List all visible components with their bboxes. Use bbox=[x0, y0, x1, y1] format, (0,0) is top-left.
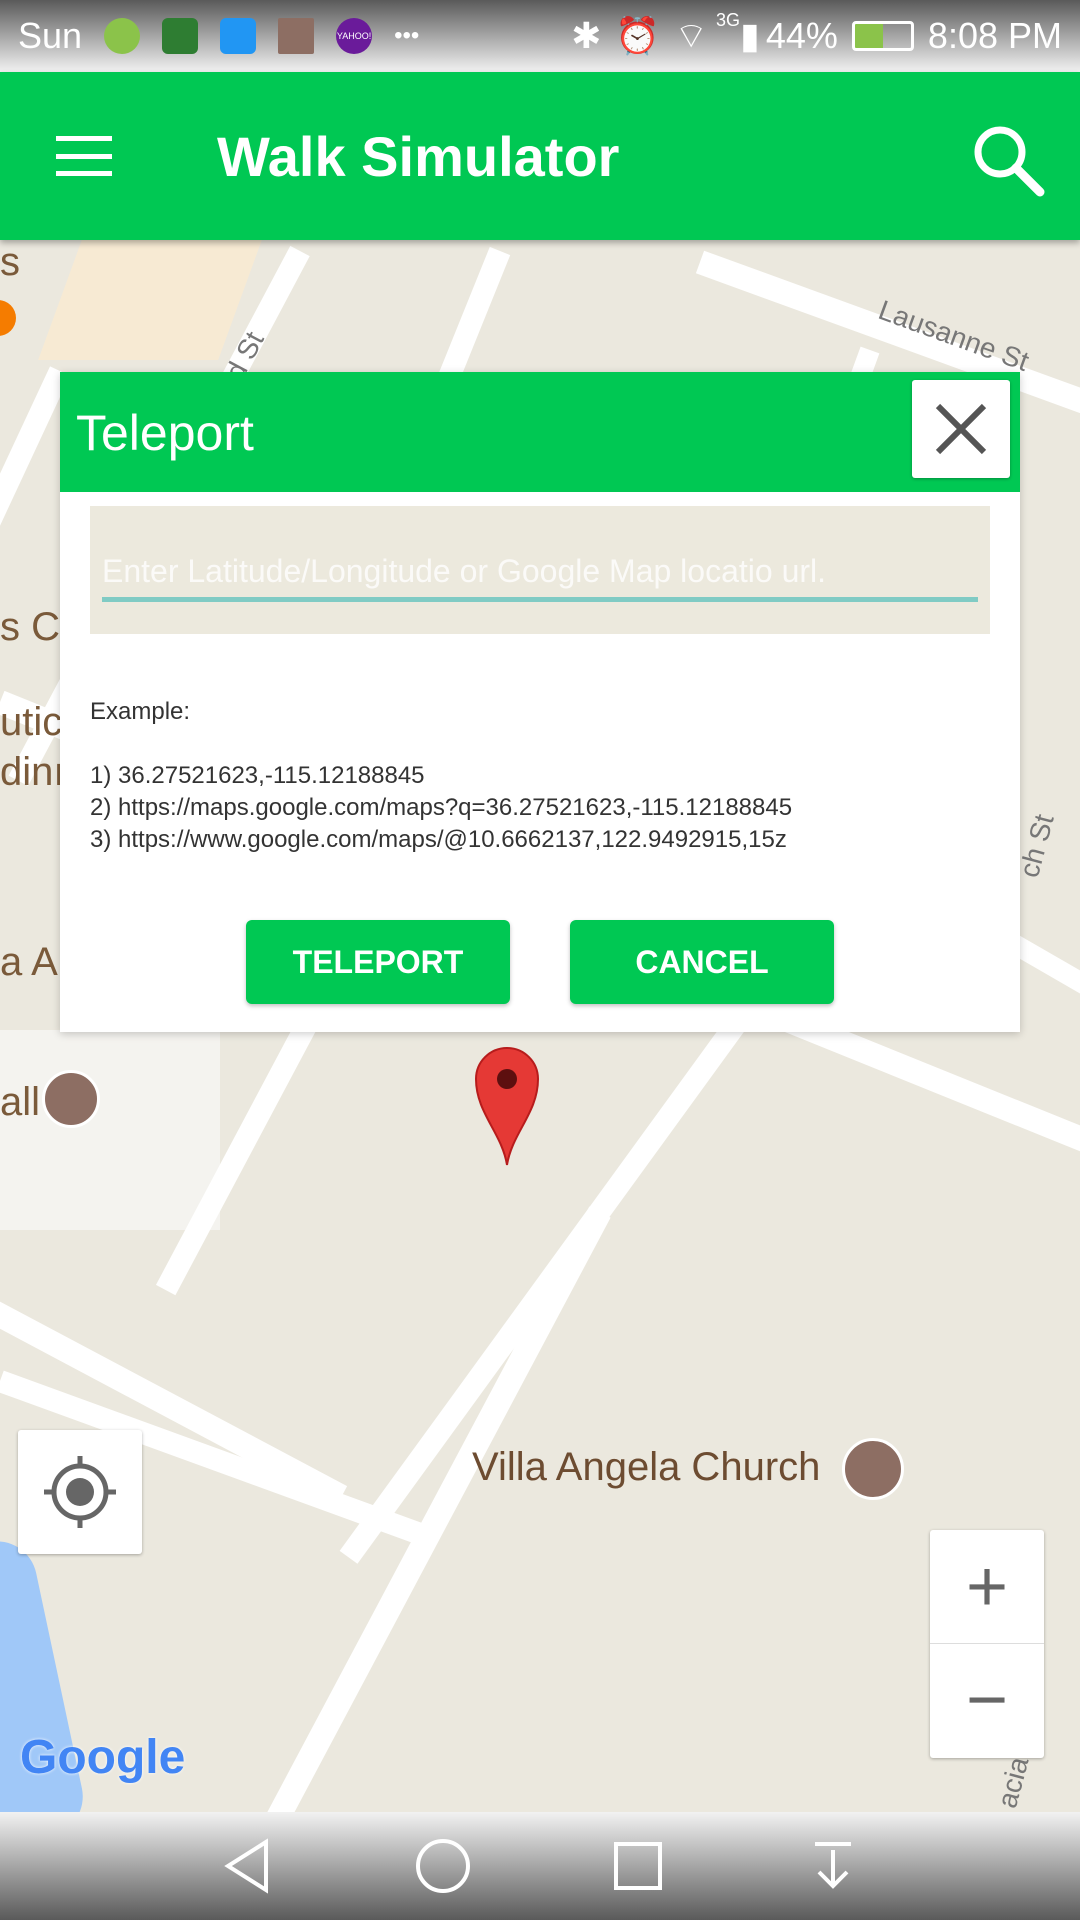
example-1: 1) 36.27521623,-115.12188845 bbox=[90, 762, 425, 789]
recents-icon[interactable] bbox=[608, 1836, 668, 1896]
museum-icon bbox=[42, 1070, 100, 1128]
status-bar: Sun YAHOO! ••• ✱ ⏰ ⌔ 3G ▮ 44% 8:08 PM bbox=[0, 0, 1080, 72]
vpn-icon bbox=[162, 18, 199, 54]
wifi-icon: ⌔ bbox=[674, 14, 709, 56]
more-icon: ••• bbox=[394, 22, 420, 49]
battery-icon bbox=[851, 21, 914, 51]
church-icon bbox=[842, 1438, 904, 1500]
cancel-button[interactable]: CANCEL bbox=[570, 920, 834, 1004]
clock: 8:08 PM bbox=[927, 15, 1062, 56]
google-logo: Google bbox=[20, 1731, 186, 1784]
teleport-dialog: Teleport Example: 1) 36.27521623,-115.12… bbox=[60, 372, 1020, 1032]
map-label: s bbox=[0, 240, 20, 284]
map-label: all bbox=[0, 1080, 41, 1124]
bluetooth-icon: ✱ bbox=[571, 15, 602, 56]
location-input[interactable] bbox=[102, 546, 978, 602]
zoom-out-button[interactable]: − bbox=[930, 1644, 1044, 1757]
network-type: 3G bbox=[716, 10, 741, 30]
signal-icon: ▮ bbox=[740, 15, 760, 56]
usb-icon bbox=[220, 18, 257, 54]
church-label: Villa Angela Church bbox=[472, 1445, 821, 1489]
app-title: Walk Simulator bbox=[217, 125, 620, 188]
input-container bbox=[90, 506, 990, 634]
map-label: utic bbox=[0, 700, 63, 744]
map-label: a A bbox=[0, 940, 58, 984]
example-2: 2) https://maps.google.com/maps?q=36.275… bbox=[90, 794, 793, 821]
teleport-button[interactable]: TELEPORT bbox=[246, 920, 510, 1004]
street-label: ch St bbox=[1013, 811, 1060, 881]
crosshair-icon bbox=[44, 1456, 116, 1528]
example-label: Example: bbox=[90, 698, 191, 725]
navigation-bar bbox=[0, 1812, 1080, 1920]
carrier: Sun bbox=[18, 15, 83, 56]
yahoo-icon: YAHOO! bbox=[336, 18, 373, 54]
home-icon[interactable] bbox=[413, 1836, 473, 1896]
photo-icon bbox=[278, 18, 315, 54]
zoom-controls: + − bbox=[930, 1530, 1044, 1758]
close-button[interactable] bbox=[912, 380, 1010, 478]
example-3: 3) https://www.google.com/maps/@10.66621… bbox=[90, 826, 787, 853]
hamburger-icon[interactable] bbox=[56, 136, 112, 176]
app-icon bbox=[104, 18, 141, 54]
back-icon[interactable] bbox=[218, 1836, 278, 1896]
zoom-in-button[interactable]: + bbox=[930, 1530, 1044, 1644]
dialog-header: Teleport bbox=[60, 372, 1020, 492]
app-bar: Walk Simulator bbox=[0, 72, 1080, 240]
my-location-button[interactable] bbox=[18, 1430, 142, 1554]
poi-icon bbox=[0, 300, 16, 336]
search-icon[interactable] bbox=[968, 120, 1048, 200]
alarm-icon: ⏰ bbox=[615, 15, 661, 56]
map-label: dinı bbox=[0, 750, 65, 794]
dialog-title: Teleport bbox=[76, 405, 254, 461]
location-pin-icon[interactable] bbox=[472, 1043, 542, 1167]
battery-percent: 44% bbox=[765, 15, 838, 56]
close-icon bbox=[935, 403, 987, 455]
notification-pull-icon[interactable] bbox=[803, 1836, 863, 1896]
